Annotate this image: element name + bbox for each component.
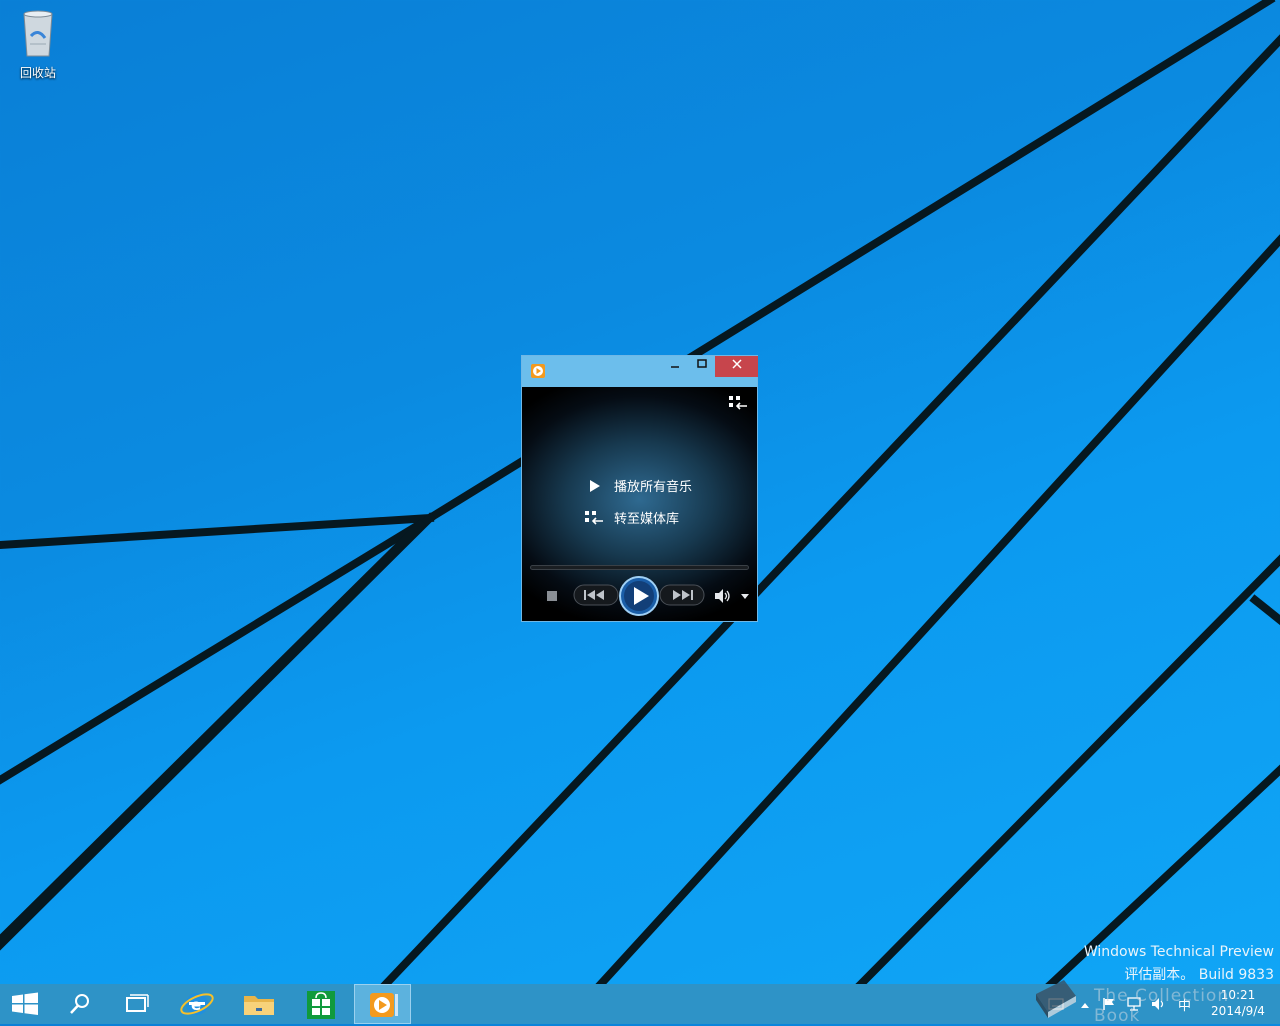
task-view-icon [126, 994, 149, 1012]
store-button[interactable] [294, 984, 348, 1024]
maximize-button[interactable] [689, 356, 715, 377]
keyboard-icon[interactable] [1048, 998, 1064, 1010]
recycle-bin[interactable]: 回收站 [10, 6, 66, 81]
volume-icon[interactable] [714, 588, 732, 604]
start-button[interactable] [0, 984, 50, 1024]
show-hidden-icons-icon[interactable] [1080, 1001, 1090, 1009]
go-to-library-item[interactable]: 转至媒体库 [584, 508, 679, 527]
recycle-bin-label: 回收站 [19, 66, 56, 80]
clock-time: 10:21 [1220, 988, 1256, 1002]
previous-icon[interactable] [573, 583, 619, 607]
search-icon [70, 994, 89, 1014]
library-icon [585, 510, 603, 525]
play-all-music-item[interactable]: 播放所有音乐 [584, 476, 692, 495]
stop-icon[interactable] [546, 590, 558, 602]
build-watermark: Windows Technical Preview 评估副本。 Build 98… [1084, 941, 1274, 987]
network-icon[interactable] [1126, 997, 1142, 1011]
go-to-library-label: 转至媒体库 [614, 512, 680, 527]
svg-text:e: e [191, 996, 201, 1014]
store-icon [307, 991, 335, 1019]
start-icon [12, 992, 38, 1015]
internet-explorer-icon: e [180, 993, 214, 1015]
close-icon [731, 359, 742, 369]
file-explorer-icon [244, 996, 274, 1015]
window-titlebar[interactable] [522, 356, 758, 387]
close-button[interactable] [715, 356, 758, 377]
clock[interactable]: 10:21 2014/9/4 [1200, 987, 1276, 1019]
play-all-music-label: 播放所有音乐 [614, 480, 693, 495]
action-center-flag-icon[interactable] [1102, 997, 1116, 1011]
media-player-icon [370, 993, 398, 1017]
internet-explorer-button[interactable]: e [170, 984, 224, 1024]
minimize-icon [671, 366, 679, 368]
switch-to-library-button[interactable] [728, 395, 748, 415]
ime-indicator[interactable]: 中 [1178, 995, 1191, 1014]
seek-bar[interactable] [530, 565, 749, 570]
system-tray: 中 10:21 2014/9/4 [1040, 984, 1280, 1024]
clock-date: 2014/9/4 [1211, 1004, 1265, 1018]
play-icon [590, 479, 600, 492]
maximize-icon [697, 359, 707, 368]
switch-to-library-icon [729, 396, 747, 410]
minimize-button[interactable] [662, 356, 688, 377]
player-display: 播放所有音乐 转至媒体库 [522, 387, 757, 621]
media-player-window[interactable]: 播放所有音乐 转至媒体库 [521, 355, 758, 622]
task-view-button[interactable] [113, 984, 159, 1024]
chevron-down-icon[interactable] [741, 594, 749, 600]
taskbar: e 中 10:21 2014/9/4 The Collection Book [0, 980, 1280, 1026]
file-explorer-button[interactable] [232, 984, 286, 1024]
volume-tray-icon[interactable] [1151, 997, 1167, 1011]
next-icon[interactable] [659, 583, 705, 607]
playback-controls [522, 575, 757, 619]
recycle-bin-icon [23, 10, 53, 57]
watermark-line-1: Windows Technical Preview [1083, 944, 1274, 960]
search-button[interactable] [57, 984, 103, 1024]
media-player-taskbar-button[interactable] [354, 984, 411, 1024]
media-player-app-icon [531, 364, 545, 378]
play-pause-icon[interactable] [618, 575, 660, 617]
